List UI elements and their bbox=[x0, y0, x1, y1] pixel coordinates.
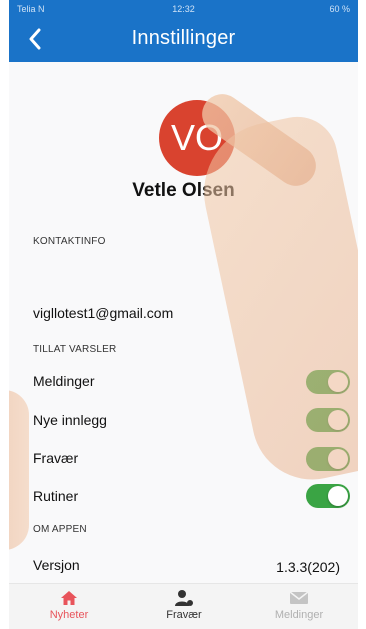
toggle-rutiner[interactable] bbox=[306, 484, 350, 508]
section-contact-label: KONTAKTINFO bbox=[33, 236, 106, 247]
tab-label-meldinger: Meldinger bbox=[274, 609, 324, 621]
notification-label-fravaer: Fravær bbox=[33, 450, 79, 466]
person-icon bbox=[175, 590, 193, 606]
hand-overlay-left bbox=[9, 390, 29, 550]
battery-level: 60 % bbox=[329, 4, 350, 14]
app-header: Telia N 12:32 60 % Innstillinger bbox=[9, 0, 358, 62]
mail-icon bbox=[289, 591, 309, 604]
page-title: Innstillinger bbox=[131, 27, 236, 49]
tab-meldinger[interactable]: Meldinger bbox=[249, 588, 349, 628]
toggle-knob bbox=[328, 486, 348, 506]
email-value: vigllotest1@gmail.com bbox=[33, 305, 174, 321]
version-value: 1.3.3(202) bbox=[276, 559, 340, 575]
home-icon bbox=[61, 591, 77, 605]
section-notifications-label: TILLAT VARSLER bbox=[33, 344, 117, 355]
status-bar: Telia N 12:32 60 % bbox=[9, 0, 358, 18]
tab-bar: Nyheter Fravær Meldinger bbox=[9, 583, 358, 629]
version-label: Versjon bbox=[33, 557, 80, 573]
section-about-label: OM APPEN bbox=[33, 524, 87, 535]
notification-label-meldinger: Meldinger bbox=[33, 373, 95, 389]
tab-nyheter[interactable]: Nyheter bbox=[19, 588, 119, 628]
tab-fravaer[interactable]: Fravær bbox=[134, 588, 234, 628]
phone-screen: Telia N 12:32 60 % Innstillinger VO Vetl… bbox=[9, 0, 358, 629]
tab-label-fravaer: Fravær bbox=[166, 609, 202, 621]
status-time: 12:32 bbox=[172, 4, 195, 14]
tab-label-nyheter: Nyheter bbox=[49, 609, 89, 621]
notification-label-nye-innlegg: Nye innlegg bbox=[33, 412, 107, 428]
notification-label-rutiner: Rutiner bbox=[33, 488, 79, 504]
